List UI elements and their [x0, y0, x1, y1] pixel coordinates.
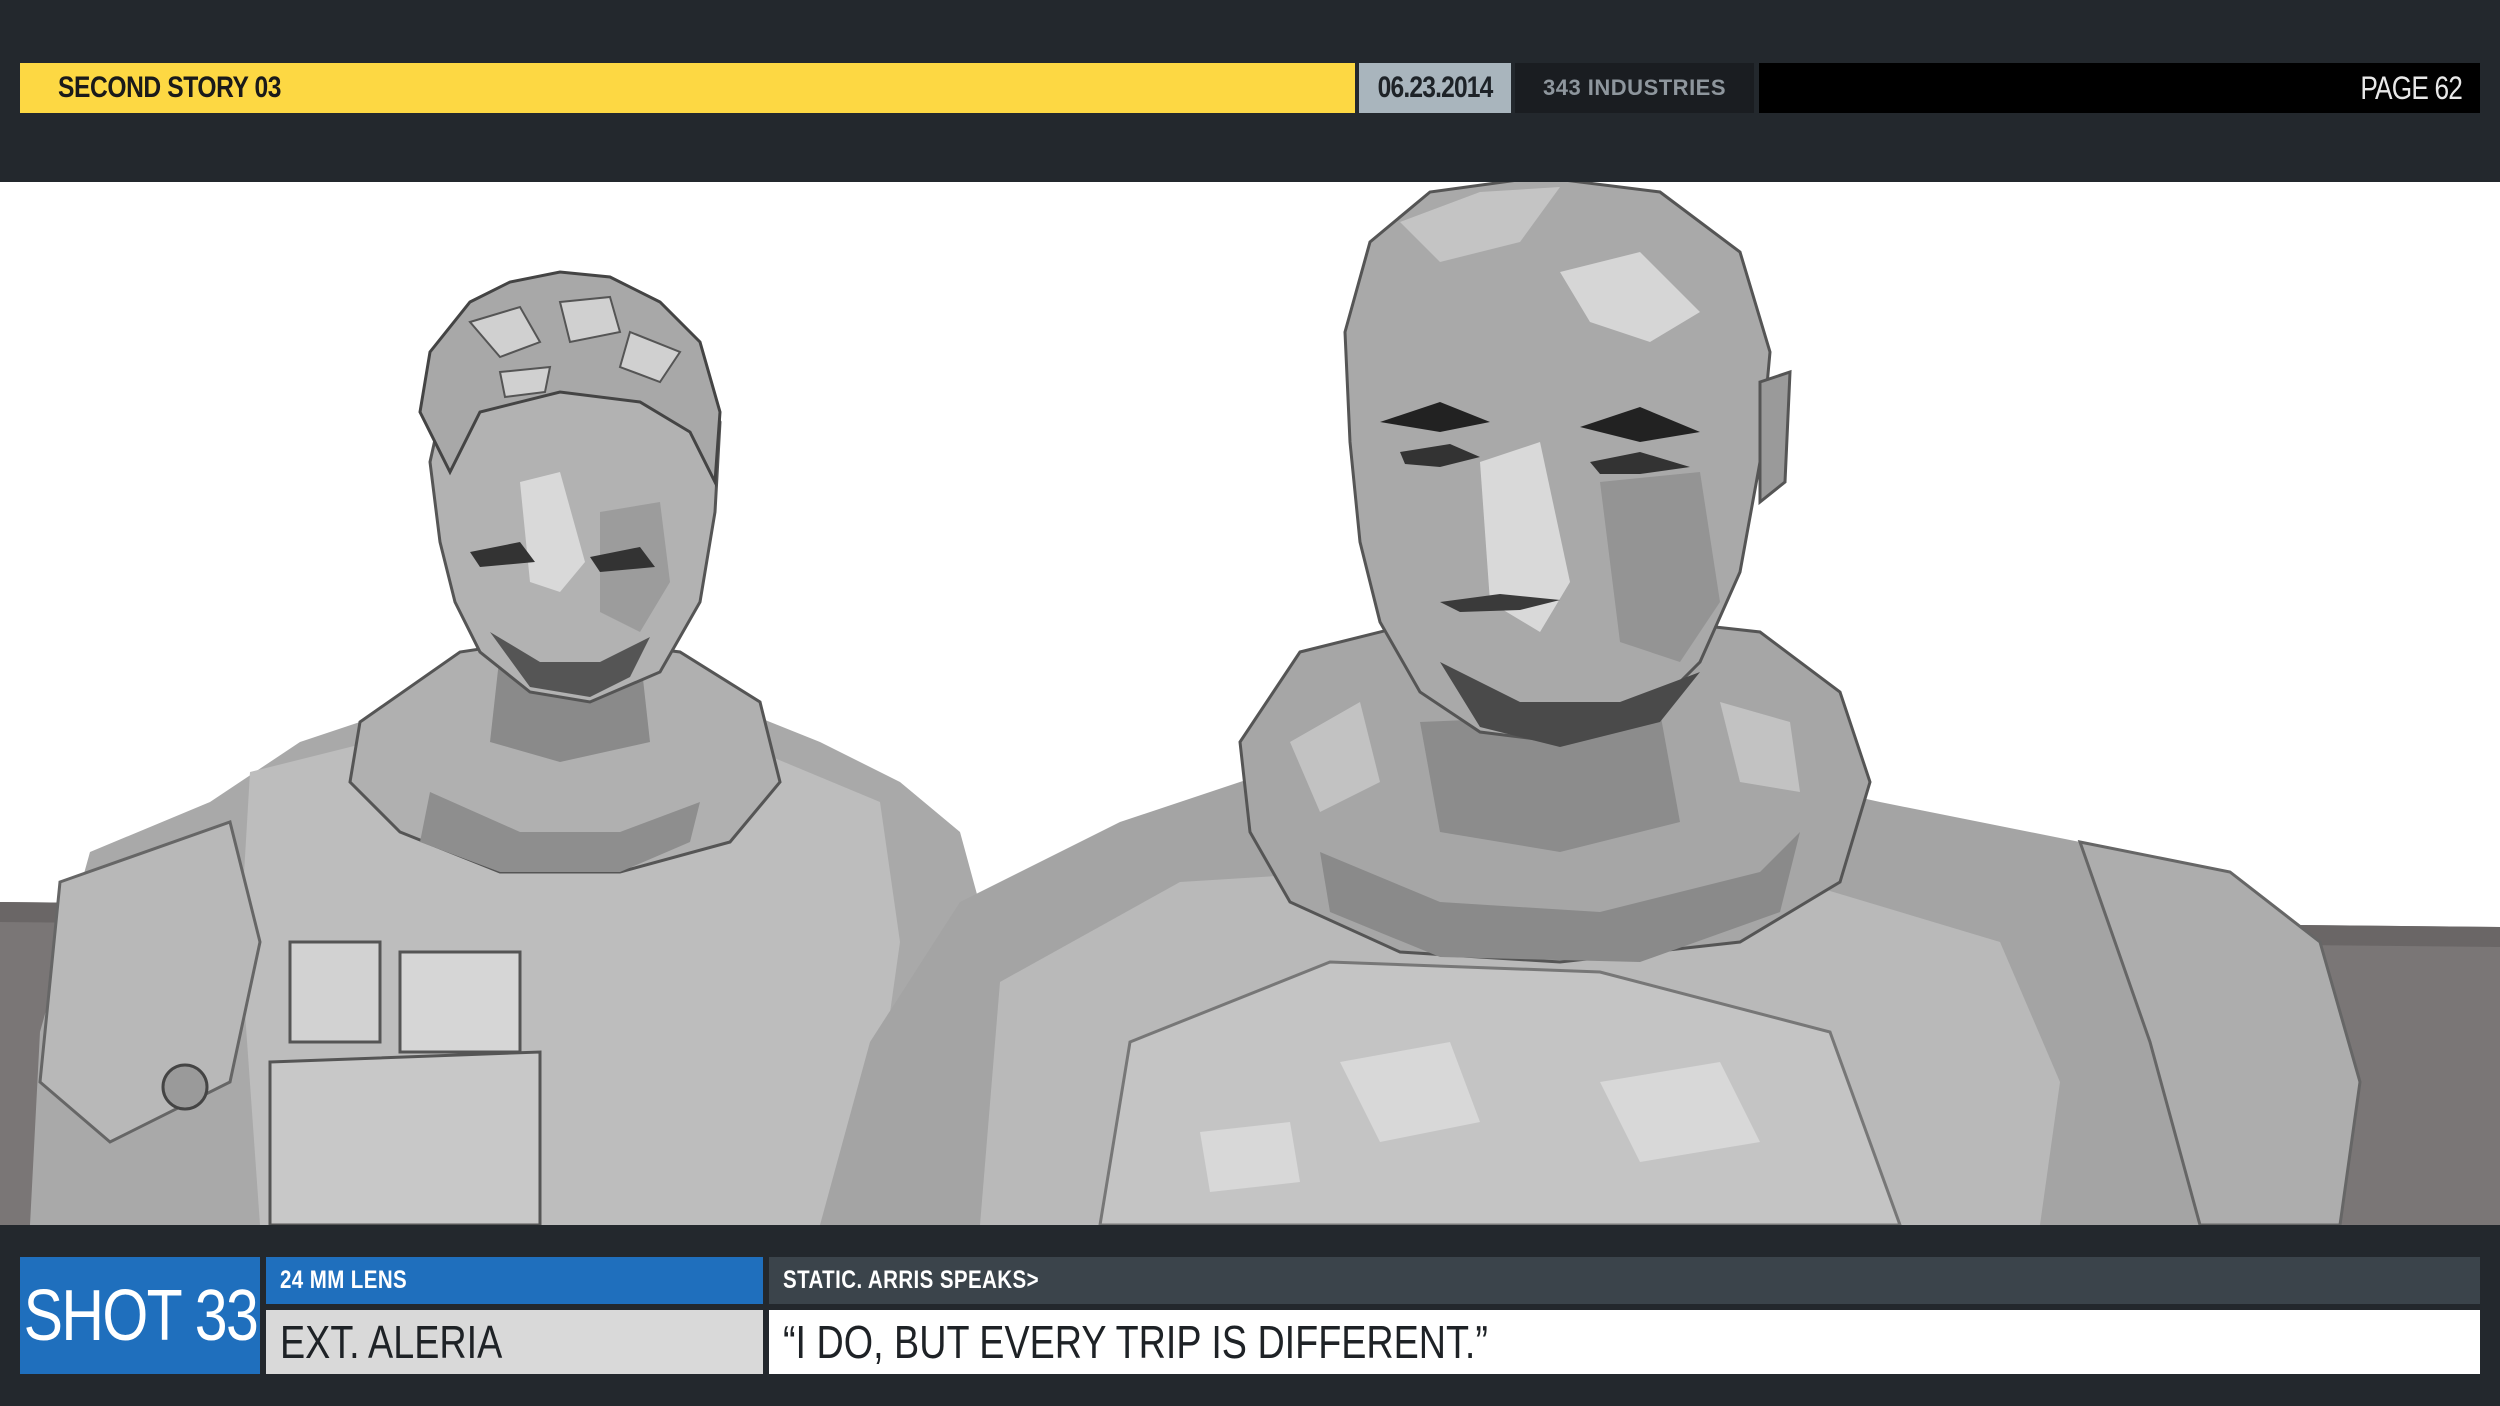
action-description: STATIC. ARRIS SPEAKS> [769, 1257, 2480, 1304]
shot-number-text: SHOT 33 [23, 1275, 258, 1356]
dialogue-line: “I DO, BUT EVERY TRIP IS DIFFERENT.” [769, 1310, 2480, 1374]
page-number: PAGE 62 [1759, 63, 2480, 113]
date-text: 06.23.2014 [1377, 71, 1494, 104]
lens-label: 24 MM LENS [266, 1257, 763, 1304]
action-text: STATIC. ARRIS SPEAKS> [783, 1266, 1039, 1294]
shot-number: SHOT 33 [20, 1257, 260, 1374]
lens-text: 24 MM LENS [280, 1266, 408, 1294]
project-title-text: SECOND STORY 03 [58, 71, 282, 104]
date-label: 06.23.2014 [1359, 63, 1511, 113]
location-label: EXT. ALERIA [266, 1310, 763, 1374]
storyboard-panel [0, 182, 2500, 1225]
page-number-text: PAGE 62 [2360, 69, 2463, 106]
studio-text: 343 INDUSTRIES [1542, 75, 1727, 100]
studio-label: 343 INDUSTRIES [1515, 63, 1754, 113]
storyboard-illustration [0, 182, 2500, 1225]
location-text: EXT. ALERIA [280, 1316, 503, 1368]
dialogue-text: “I DO, BUT EVERY TRIP IS DIFFERENT.” [783, 1316, 1488, 1368]
project-title: SECOND STORY 03 [20, 63, 1355, 113]
